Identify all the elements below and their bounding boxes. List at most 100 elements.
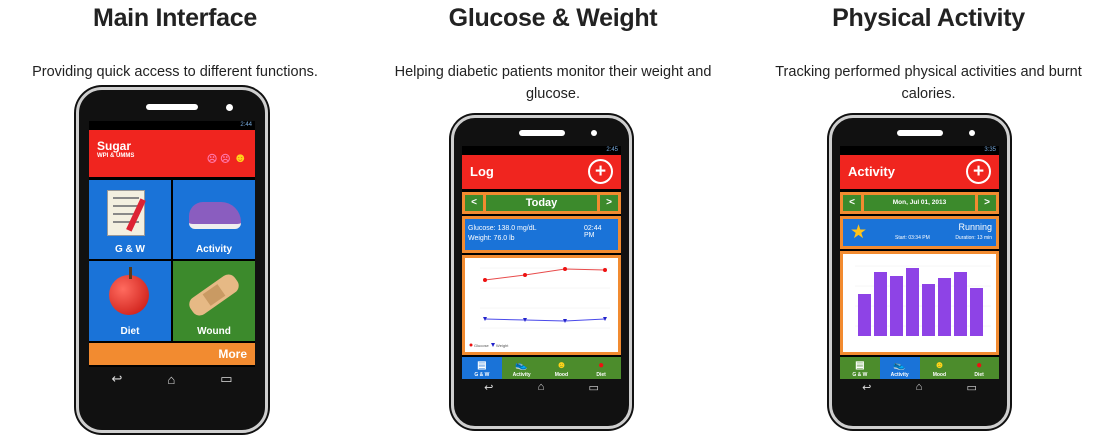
shoe-icon: 👟 — [893, 360, 906, 371]
more-button[interactable]: More — [89, 343, 255, 365]
bottom-tabs: ▤ G & W 👟 Activity ☻ Mood ● Diet — [462, 357, 621, 379]
tile-label: G & W — [115, 244, 145, 255]
tile-wound[interactable]: Wound — [173, 261, 255, 341]
tab-diet[interactable]: ● Diet — [959, 357, 999, 379]
shoe-icon — [189, 202, 241, 229]
activity-bar — [858, 294, 871, 336]
bottom-tabs: ▤ G & W 👟 Activity ☻ Mood ● Diet — [840, 357, 999, 379]
smiley-icon: ☻ — [934, 360, 945, 371]
panel-title: Glucose & Weight — [448, 4, 658, 32]
android-nav: ↩ ⌂ ▭ — [462, 379, 621, 395]
tab-gw[interactable]: ▤ G & W — [462, 357, 502, 379]
tab-label: Diet — [974, 372, 984, 378]
android-nav: ↩ ⌂ ▭ — [840, 379, 999, 395]
next-day-button[interactable]: > — [978, 195, 996, 211]
prev-day-button[interactable]: < — [465, 195, 483, 211]
activity-entry[interactable]: ★ Running Start: 03:34 PM Duration: 13 m… — [840, 216, 999, 249]
tab-mood[interactable]: ☻ Mood — [542, 357, 582, 379]
phone-speaker — [896, 130, 943, 136]
tab-label: G & W — [852, 372, 868, 378]
tab-mood[interactable]: ☻ Mood — [920, 357, 960, 379]
tile-diet[interactable]: Diet — [89, 261, 171, 341]
phone-speaker — [146, 104, 198, 110]
panel-caption: Tracking performed physical activities a… — [775, 64, 1082, 102]
back-icon[interactable]: ↩ — [862, 381, 871, 394]
phone-glucose: 2:45 Log + < Today > Glucose: 138.0 mg/d… — [451, 115, 632, 429]
tab-label: Mood — [932, 372, 947, 378]
app-header: Sugar WPI & UMMS ☹ ☹ ☻ — [89, 130, 255, 177]
current-day-label: Today — [486, 195, 597, 211]
app-header: Log + — [462, 155, 621, 189]
weight-series-line — [484, 318, 606, 322]
recents-icon[interactable]: ▭ — [966, 381, 976, 394]
star-icon: ★ — [850, 222, 868, 243]
add-entry-button[interactable]: + — [588, 159, 613, 184]
log-entry[interactable]: Glucose: 138.0 mg/dL Weight: 76.0 lb 02:… — [462, 216, 621, 253]
home-icon[interactable]: ⌂ — [538, 381, 545, 393]
activity-bar — [874, 272, 887, 336]
bar-chart — [855, 265, 991, 336]
legend-glucose-marker — [469, 343, 473, 347]
entry-start: Start: 03:34 PM — [895, 235, 930, 241]
panel-title: Physical Activity — [832, 4, 1025, 32]
status-bar: 2:45 — [462, 146, 621, 154]
recents-icon[interactable]: ▭ — [220, 371, 232, 387]
phone-activity: 3:35 Activity + < Mon, Jul 01, 2013 > ★ … — [829, 115, 1010, 429]
status-bar: 3:35 — [840, 146, 999, 154]
legend-weight: Weight — [496, 343, 509, 348]
home-icon[interactable]: ⌂ — [916, 381, 923, 393]
activity-bar — [906, 268, 919, 336]
android-nav: ↩ ⌂ ▭ — [89, 367, 255, 391]
next-day-button[interactable]: > — [600, 195, 618, 211]
smiley-icon: ☻ — [233, 150, 247, 165]
mood-icons: ☹ ☹ ☻ — [207, 150, 247, 165]
app-name: Sugar — [97, 139, 132, 153]
notepad-icon: ▤ — [855, 360, 865, 371]
status-time: 2:44 — [240, 122, 252, 128]
status-time: 3:35 — [984, 147, 996, 153]
add-activity-button[interactable]: + — [966, 159, 991, 184]
legend-weight-marker — [491, 343, 495, 347]
trend-chart: Glucose Weight — [469, 267, 610, 348]
apple-icon: ● — [598, 360, 605, 371]
apple-icon: ● — [976, 360, 983, 371]
tile-activity[interactable]: Activity — [173, 180, 255, 259]
glucose-point — [603, 268, 607, 272]
phone-main: 2:44 Sugar WPI & UMMS ☹ ☹ ☻ G & W Activi… — [76, 87, 268, 433]
tile-gw[interactable]: G & W — [89, 180, 171, 259]
apple-icon — [109, 275, 149, 315]
glucose-series-line — [484, 268, 606, 281]
entry-weight: Weight: 76.0 lb — [468, 235, 515, 242]
glucose-weight-chart: Glucose Weight — [462, 255, 621, 355]
recents-icon[interactable]: ▭ — [588, 381, 598, 394]
back-icon[interactable]: ↩ — [484, 381, 493, 394]
status-bar: 2:44 — [89, 121, 255, 129]
entry-glucose: Glucose: 138.0 mg/dL — [468, 225, 537, 232]
glucose-point — [563, 267, 567, 271]
app-subtitle: WPI & UMMS — [97, 153, 135, 159]
panel-caption: Providing quick access to different func… — [32, 64, 318, 80]
tab-label: G & W — [474, 372, 490, 378]
header-title: Activity — [848, 164, 895, 179]
tile-label: Activity — [195, 244, 233, 255]
tab-gw[interactable]: ▤ G & W — [840, 357, 880, 379]
panel-title: Main Interface — [93, 4, 257, 32]
tab-activity[interactable]: 👟 Activity — [879, 357, 920, 379]
phone-camera — [226, 104, 233, 111]
glucose-point — [483, 278, 487, 282]
home-icon[interactable]: ⌂ — [167, 372, 175, 387]
phone-camera — [969, 130, 975, 136]
notepad-icon: ▤ — [477, 360, 487, 371]
tile-label: Diet — [120, 326, 140, 337]
tab-diet[interactable]: ● Diet — [581, 357, 621, 379]
tab-activity[interactable]: 👟 Activity — [502, 357, 542, 379]
bandage-icon — [186, 271, 242, 319]
header-title: Log — [470, 164, 494, 179]
activity-bar — [890, 276, 903, 336]
day-navigator: < Today > — [462, 192, 621, 214]
date-navigator: < Mon, Jul 01, 2013 > — [840, 192, 999, 214]
prev-day-button[interactable]: < — [843, 195, 861, 211]
back-icon[interactable]: ↩ — [111, 371, 122, 387]
screen-main: 2:44 Sugar WPI & UMMS ☹ ☹ ☻ G & W Activi… — [89, 121, 255, 391]
phone-camera — [591, 130, 597, 136]
